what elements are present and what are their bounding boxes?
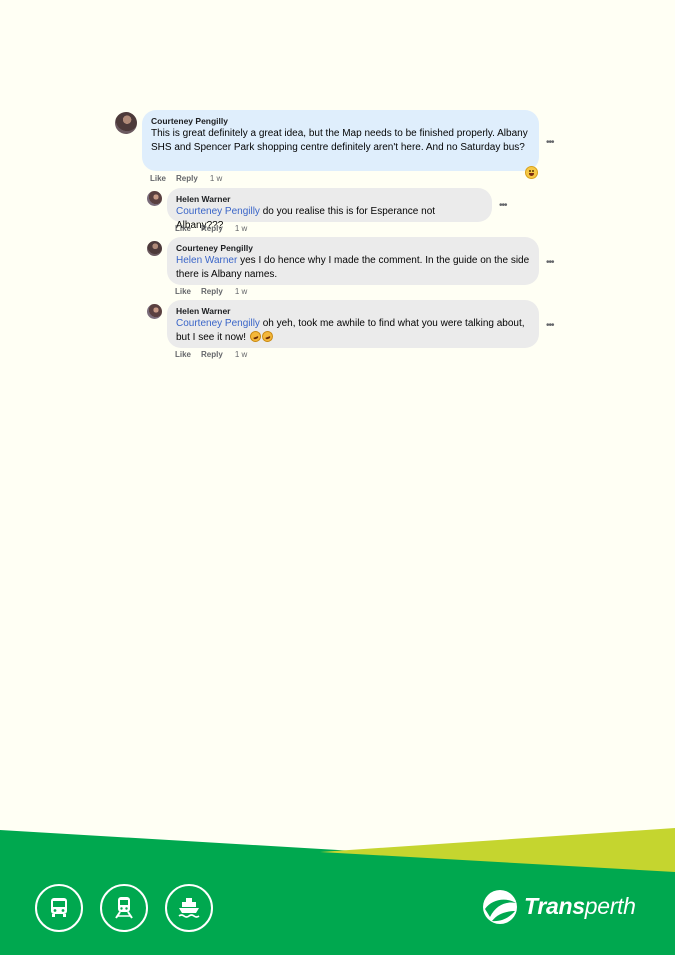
reply-button[interactable]: Reply [201, 287, 223, 296]
like-button[interactable]: Like [150, 174, 166, 183]
more-options-icon[interactable]: ••• [499, 201, 507, 211]
more-options-icon[interactable]: ••• [546, 138, 554, 148]
reply-button[interactable]: Reply [201, 224, 223, 233]
comment-time[interactable]: 1 w [235, 350, 247, 359]
brand-name: Transperth [524, 893, 636, 920]
comment-author[interactable]: Helen Warner [176, 306, 530, 317]
ferry-icon [165, 884, 213, 932]
rofl-emoji-icon [248, 328, 263, 344]
comment-actions: Like Reply 1 w [175, 224, 257, 233]
mention-link[interactable]: Helen Warner [176, 255, 237, 266]
comment-bubble: Helen Warner Courteney Pengilly oh yeh, … [167, 300, 539, 348]
reply-button[interactable]: Reply [201, 350, 223, 359]
like-button[interactable]: Like [175, 287, 191, 296]
comment-bubble: Courteney Pengilly Helen Warner yes I do… [167, 237, 539, 285]
comment-time[interactable]: 1 w [235, 287, 247, 296]
like-button[interactable]: Like [175, 350, 191, 359]
more-options-icon[interactable]: ••• [546, 258, 554, 268]
comment-actions: Like Reply 1 w [175, 287, 257, 296]
comment-text: This is great definitely a great idea, b… [151, 128, 528, 153]
avatar[interactable] [115, 112, 137, 134]
brand-name-bold: Trans [524, 893, 585, 919]
transperth-swirl-icon [483, 890, 517, 924]
comment-author[interactable]: Courteney Pengilly [176, 243, 530, 254]
comment-actions: Like Reply 1 w [175, 350, 257, 359]
reply-button[interactable]: Reply [176, 174, 198, 183]
comment-text: Helen Warner yes I do hence why I made t… [176, 254, 530, 281]
avatar[interactable] [147, 191, 162, 206]
comment-bubble: Courteney Pengilly This is great definit… [142, 110, 539, 171]
comment-author[interactable]: Helen Warner [176, 194, 483, 205]
more-options-icon[interactable]: ••• [546, 321, 554, 331]
train-icon [100, 884, 148, 932]
comment-author[interactable]: Courteney Pengilly [151, 116, 530, 127]
avatar[interactable] [147, 241, 162, 256]
bus-icon [35, 884, 83, 932]
mention-link[interactable]: Courteney Pengilly [176, 206, 260, 217]
comment-bubble: Helen Warner Courteney Pengilly do you r… [167, 188, 492, 231]
brand-name-light: perth [584, 893, 636, 919]
comment-actions: Like Reply 1 w [150, 174, 232, 183]
comment-text: Courteney Pengilly oh yeh, took me awhil… [176, 317, 530, 344]
laugh-reaction-icon[interactable] [525, 166, 538, 179]
like-button[interactable]: Like [175, 224, 191, 233]
transperth-logo: Transperth [482, 888, 642, 928]
comment-time[interactable]: 1 w [210, 174, 222, 183]
rofl-emoji-icon [260, 328, 275, 344]
comment-time[interactable]: 1 w [235, 224, 247, 233]
mention-link[interactable]: Courteney Pengilly [176, 318, 260, 329]
avatar[interactable] [147, 304, 162, 319]
